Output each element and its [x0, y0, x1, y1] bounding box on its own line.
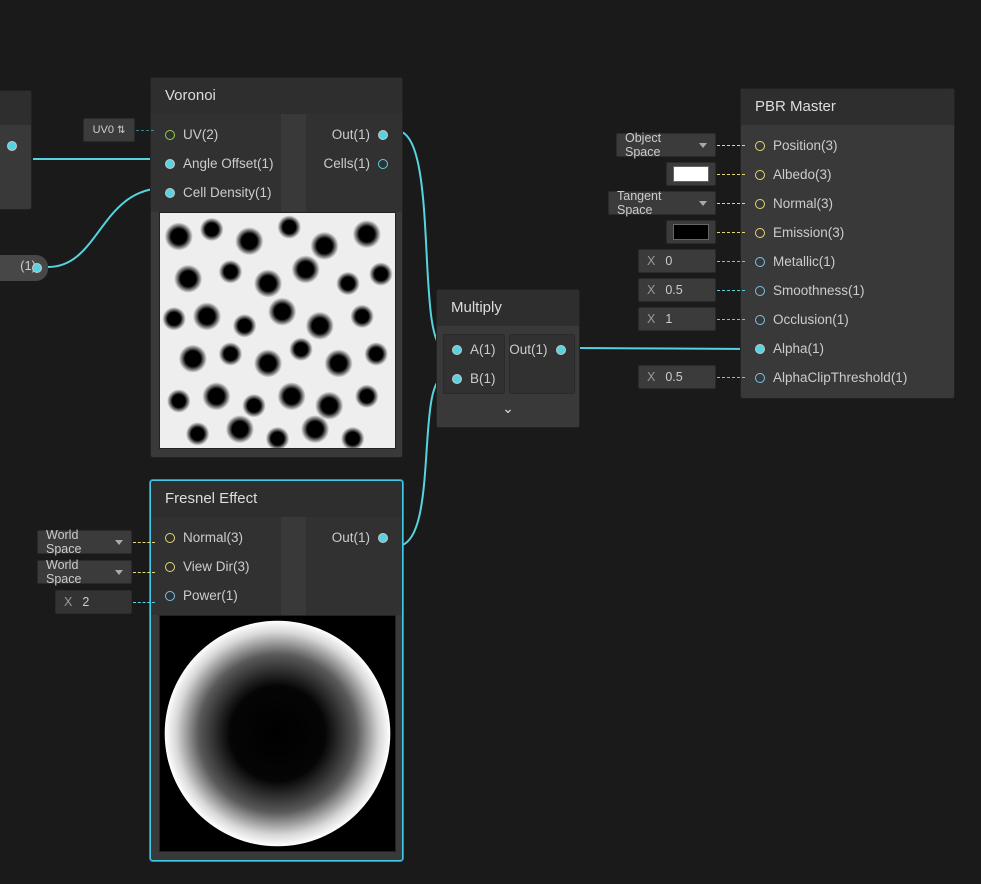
uv-default-dropdown[interactable]: UV0 ⇅ — [83, 118, 135, 142]
port-b[interactable] — [452, 374, 462, 384]
fresnel-preview — [159, 615, 396, 852]
alphaclip-x-field[interactable]: X0.5 — [638, 365, 716, 389]
port-out[interactable] — [378, 130, 388, 140]
power-x-field[interactable]: X 2 — [55, 590, 132, 614]
port-cells[interactable] — [378, 159, 388, 169]
metallic-x-field[interactable]: X0 — [638, 249, 716, 273]
normal-space-dropdown[interactable]: Tangent Space — [608, 191, 716, 215]
node-partial-lower[interactable]: (1) — [0, 255, 48, 281]
port-albedo[interactable] — [755, 170, 765, 180]
port-out[interactable] — [556, 345, 566, 355]
position-space-dropdown[interactable]: Object Space — [616, 133, 716, 157]
viewdir-space-dropdown[interactable]: World Space — [37, 560, 132, 584]
port-emission[interactable] — [755, 228, 765, 238]
node-voronoi[interactable]: Voronoi UV(2) Angle Offset(1) Cell Densi… — [150, 77, 403, 458]
node-title: Voronoi — [151, 78, 402, 114]
node-fresnel-effect[interactable]: Fresnel Effect Normal(3) View Dir(3) Pow… — [150, 480, 403, 861]
emission-swatch[interactable] — [666, 220, 716, 244]
port-metallic[interactable] — [755, 257, 765, 267]
port-angle-offset[interactable] — [165, 159, 175, 169]
occlusion-x-field[interactable]: X1 — [638, 307, 716, 331]
expand-chevron-icon[interactable]: ⌄ — [437, 394, 579, 427]
port-uv[interactable] — [165, 130, 175, 140]
node-partial-upper[interactable]: 1) — [0, 90, 32, 210]
port-a[interactable] — [452, 345, 462, 355]
port-normal[interactable] — [165, 533, 175, 543]
port-cell-density[interactable] — [165, 188, 175, 198]
node-title: Multiply — [437, 290, 579, 326]
port-out[interactable] — [32, 263, 42, 273]
port-position[interactable] — [755, 141, 765, 151]
port-out-label: 1) — [0, 138, 7, 153]
port-alpha[interactable] — [755, 344, 765, 354]
port-power[interactable] — [165, 591, 175, 601]
smoothness-x-field[interactable]: X0.5 — [638, 278, 716, 302]
port-normal[interactable] — [755, 199, 765, 209]
node-title: PBR Master — [741, 89, 954, 125]
voronoi-preview — [159, 212, 396, 449]
port-occlusion[interactable] — [755, 315, 765, 325]
port-out[interactable] — [7, 141, 17, 151]
node-title: Fresnel Effect — [151, 481, 402, 517]
node-pbr-master[interactable]: PBR Master Position(3) Albedo(3) Normal(… — [740, 88, 955, 399]
port-out[interactable] — [378, 533, 388, 543]
normal-space-dropdown[interactable]: World Space — [37, 530, 132, 554]
port-smoothness[interactable] — [755, 286, 765, 296]
port-alpha-clip[interactable] — [755, 373, 765, 383]
node-multiply[interactable]: Multiply A(1) B(1) Out(1) ⌄ — [436, 289, 580, 428]
port-view-dir[interactable] — [165, 562, 175, 572]
albedo-swatch[interactable] — [666, 162, 716, 186]
